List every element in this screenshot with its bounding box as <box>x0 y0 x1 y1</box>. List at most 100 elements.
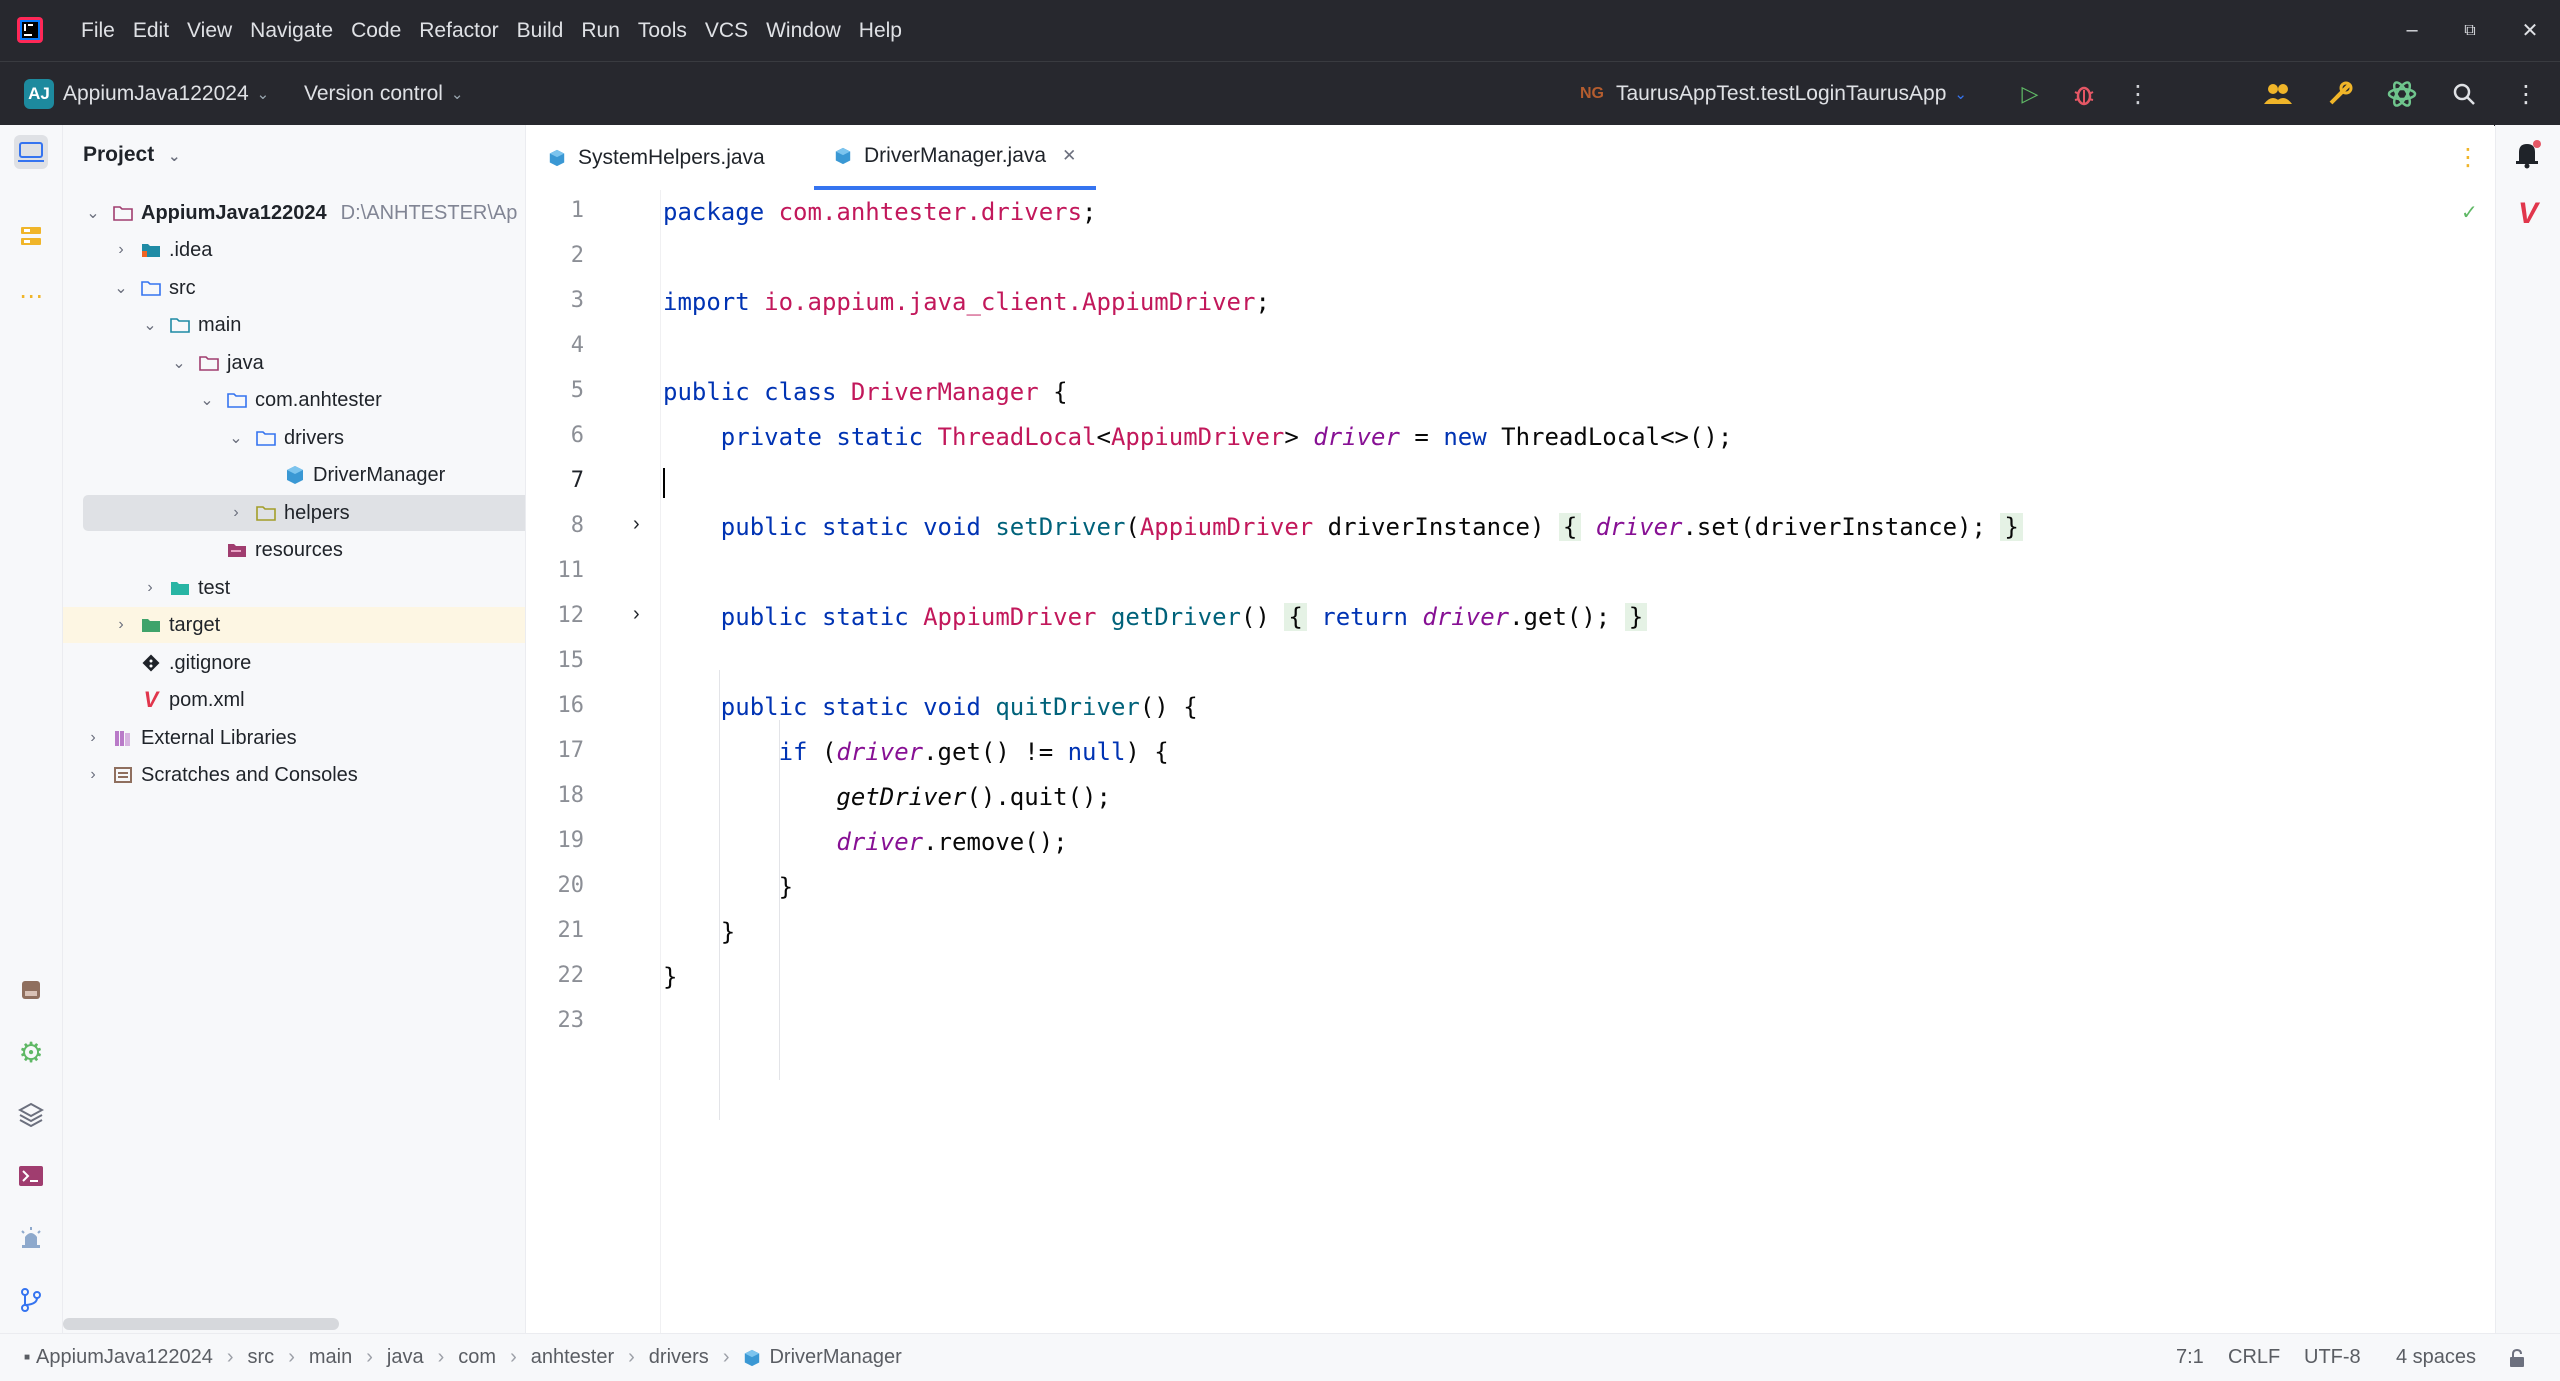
tree-node-target[interactable]: › target <box>63 607 525 643</box>
menu-edit[interactable]: Edit <box>124 19 178 43</box>
problems-icon[interactable] <box>14 1221 48 1255</box>
minimize-icon[interactable]: – <box>2382 0 2442 61</box>
structure-tool-icon[interactable] <box>14 219 48 253</box>
package-icon <box>254 427 278 449</box>
breadcrumb-item[interactable]: main <box>309 1346 352 1369</box>
fold-expand-icon[interactable]: › <box>633 603 640 626</box>
menu-window[interactable]: Window <box>757 19 850 43</box>
menu-view[interactable]: View <box>178 19 241 43</box>
project-selector[interactable]: AppiumJava122024 ⌄ <box>63 62 269 126</box>
tree-node-idea[interactable]: › .idea <box>63 232 525 268</box>
run-config-selector[interactable]: NG TaurusAppTest.testLoginTaurusApp ⌄ <box>1580 62 1967 126</box>
chevron-right-icon[interactable]: › <box>111 616 131 634</box>
editor-options-icon[interactable]: ⋮ <box>2456 143 2480 172</box>
chevron-right-icon[interactable]: › <box>83 766 103 784</box>
tree-label: pom.xml <box>169 688 245 711</box>
line-number: 21 <box>557 918 585 943</box>
notifications-bell-icon[interactable] <box>2512 139 2542 174</box>
debug-icon[interactable] <box>2066 76 2102 112</box>
chevron-down-icon[interactable]: ⌄ <box>83 203 103 223</box>
menu-refactor[interactable]: Refactor <box>410 19 507 43</box>
chevron-down-icon[interactable]: ⌄ <box>226 428 246 448</box>
line-number: 22 <box>557 963 585 988</box>
code-editor[interactable]: package com.anhtester.drivers; import io… <box>661 190 2494 1333</box>
more-actions-icon[interactable]: ⋮ <box>2120 76 2156 112</box>
tree-node-drivers[interactable]: ⌄ drivers <box>63 420 525 456</box>
tree-label: AppiumJava122024 <box>141 201 327 224</box>
services-gear-icon[interactable]: ⚙ <box>14 1035 48 1069</box>
breadcrumb-item[interactable]: java <box>387 1346 424 1369</box>
breadcrumb-item[interactable]: AppiumJava122024 <box>36 1346 213 1369</box>
indent-setting[interactable]: 4 spaces <box>2396 1334 2476 1381</box>
tree-node-helpers[interactable]: › helpers <box>83 495 525 531</box>
menu-navigate[interactable]: Navigate <box>241 19 342 43</box>
close-window-icon[interactable]: ✕ <box>2500 0 2560 61</box>
lock-icon[interactable] <box>2508 1334 2526 1381</box>
settings-tools-icon[interactable] <box>2322 76 2358 112</box>
tab-drivermanager[interactable]: DriverManager.java ✕ <box>814 125 1097 190</box>
tab-systemhelpers[interactable]: SystemHelpers.java <box>548 125 765 190</box>
chevron-down-icon[interactable]: ⌄ <box>111 278 131 298</box>
run-icon[interactable]: ▷ <box>2012 76 2048 112</box>
tree-node-java[interactable]: ⌄ java <box>63 345 525 381</box>
tree-node-pom[interactable]: V pom.xml <box>63 682 525 718</box>
version-control-selector[interactable]: Version control ⌄ <box>304 62 464 126</box>
tree-node-scratches[interactable]: › Scratches and Consoles <box>63 757 525 793</box>
project-tool-icon[interactable] <box>14 135 48 169</box>
tree-label: main <box>198 313 242 336</box>
menu-run[interactable]: Run <box>572 19 629 43</box>
chevron-down-icon[interactable]: ⌄ <box>197 390 217 410</box>
breadcrumb-item[interactable]: drivers <box>649 1346 709 1369</box>
testng-icon: NG <box>1580 85 1604 102</box>
chevron-right-icon: › <box>437 1346 445 1368</box>
more-tools-icon[interactable]: ⋯ <box>14 279 48 313</box>
breadcrumb-item[interactable]: anhtester <box>531 1346 614 1369</box>
restore-icon[interactable]: ⧉ <box>2440 0 2500 61</box>
maven-tool-icon[interactable]: V <box>2518 197 2538 231</box>
database-tool-icon[interactable] <box>14 973 48 1007</box>
chevron-right-icon[interactable]: › <box>140 579 160 597</box>
menu-code[interactable]: Code <box>342 19 410 43</box>
breadcrumb-item[interactable]: DriverManager <box>769 1346 901 1369</box>
code-line-5: public class DriverManager { <box>663 378 1068 406</box>
tree-node-gitignore[interactable]: .gitignore <box>63 645 525 681</box>
tree-path: D:\ANHTESTER\Ap <box>340 201 518 224</box>
menu-build[interactable]: Build <box>508 19 573 43</box>
chevron-right-icon[interactable]: › <box>226 504 246 522</box>
tree-label: External Libraries <box>141 726 297 749</box>
ai-assistant-icon[interactable] <box>2384 76 2420 112</box>
tree-node-root[interactable]: ⌄ AppiumJava122024 D:\ANHTESTER\Ap <box>63 195 525 231</box>
menu-file[interactable]: File <box>72 19 124 43</box>
tree-node-resources[interactable]: resources <box>63 532 525 568</box>
tree-node-external-libraries[interactable]: › External Libraries <box>63 720 525 756</box>
close-tab-icon[interactable]: ✕ <box>1062 146 1076 166</box>
chevron-right-icon[interactable]: › <box>83 729 103 747</box>
more-options-icon[interactable]: ⋮ <box>2508 76 2544 112</box>
tree-node-main[interactable]: ⌄ main <box>63 307 525 343</box>
caret-position[interactable]: 7:1 <box>2176 1334 2204 1381</box>
search-icon[interactable] <box>2446 76 2482 112</box>
menu-vcs[interactable]: VCS <box>696 19 757 43</box>
no-problems-check-icon[interactable]: ✓ <box>2461 200 2478 225</box>
breadcrumb-item[interactable]: com <box>458 1346 496 1369</box>
chevron-down-icon[interactable]: ⌄ <box>169 353 189 373</box>
git-branch-icon[interactable] <box>14 1283 48 1317</box>
tree-node-test[interactable]: › test <box>63 570 525 606</box>
chevron-down-icon[interactable]: ⌄ <box>140 315 160 335</box>
tree-node-src[interactable]: ⌄ src <box>63 270 525 306</box>
terminal-icon[interactable] <box>14 1159 48 1193</box>
layers-icon[interactable] <box>14 1097 48 1131</box>
java-class-icon <box>835 147 851 164</box>
code-with-me-icon[interactable] <box>2260 76 2296 112</box>
fold-expand-icon[interactable]: › <box>633 513 640 536</box>
project-panel-header[interactable]: Project ⌄ <box>83 143 181 167</box>
file-encoding[interactable]: UTF-8 <box>2304 1334 2361 1381</box>
breadcrumb-item[interactable]: src <box>248 1346 275 1369</box>
tree-node-drivermanager[interactable]: DriverManager <box>63 457 525 493</box>
chevron-right-icon[interactable]: › <box>111 241 131 259</box>
menu-help[interactable]: Help <box>850 19 911 43</box>
horizontal-scrollbar[interactable] <box>63 1318 339 1330</box>
tree-node-package[interactable]: ⌄ com.anhtester <box>63 382 525 418</box>
line-separator[interactable]: CRLF <box>2228 1334 2280 1381</box>
menu-tools[interactable]: Tools <box>629 19 696 43</box>
